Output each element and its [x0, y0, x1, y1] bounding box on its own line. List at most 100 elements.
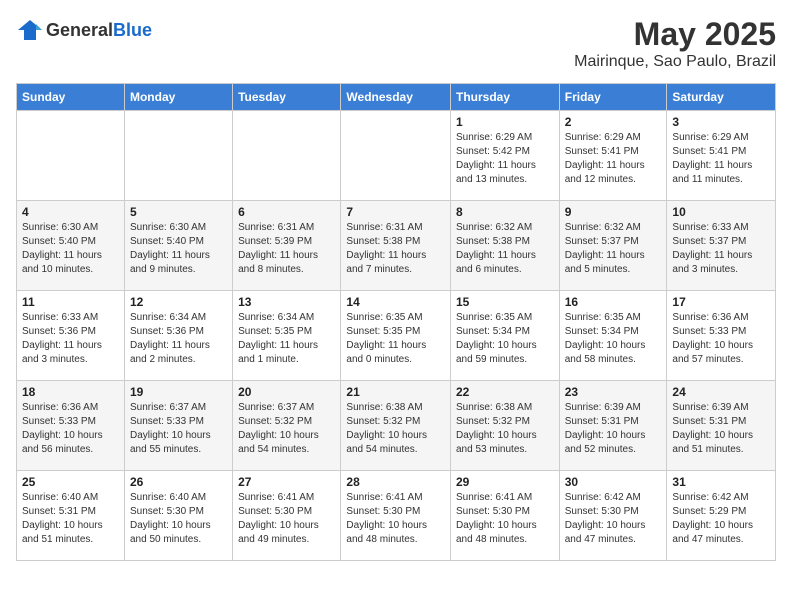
calendar-cell: 30 Sunrise: 6:42 AM Sunset: 5:30 PM Dayli…	[559, 471, 667, 561]
logo-blue: Blue	[113, 20, 152, 40]
day-info: Sunrise: 6:31 AM Sunset: 5:38 PM Dayligh…	[346, 221, 445, 277]
calendar-cell: 10 Sunrise: 6:33 AM Sunset: 5:37 PM Dayli…	[667, 201, 776, 291]
weekday-header-sunday: Sunday	[17, 84, 125, 111]
day-number: 11	[22, 295, 119, 309]
day-number: 14	[346, 295, 445, 309]
day-info: Sunrise: 6:34 AM Sunset: 5:36 PM Dayligh…	[130, 311, 227, 367]
title-block: May 2025 Mairinque, Sao Paulo, Brazil	[574, 16, 776, 71]
weekday-header-friday: Friday	[559, 84, 667, 111]
day-number: 23	[565, 385, 662, 399]
weekday-header-tuesday: Tuesday	[233, 84, 341, 111]
day-number: 5	[130, 205, 227, 219]
day-info: Sunrise: 6:38 AM Sunset: 5:32 PM Dayligh…	[456, 401, 554, 457]
day-info: Sunrise: 6:30 AM Sunset: 5:40 PM Dayligh…	[130, 221, 227, 277]
day-info: Sunrise: 6:36 AM Sunset: 5:33 PM Dayligh…	[672, 311, 770, 367]
day-info: Sunrise: 6:41 AM Sunset: 5:30 PM Dayligh…	[346, 491, 445, 547]
day-number: 15	[456, 295, 554, 309]
day-number: 22	[456, 385, 554, 399]
day-number: 20	[238, 385, 335, 399]
day-number: 18	[22, 385, 119, 399]
weekday-header-thursday: Thursday	[451, 84, 560, 111]
day-info: Sunrise: 6:42 AM Sunset: 5:30 PM Dayligh…	[565, 491, 662, 547]
day-info: Sunrise: 6:38 AM Sunset: 5:32 PM Dayligh…	[346, 401, 445, 457]
calendar-cell: 20 Sunrise: 6:37 AM Sunset: 5:32 PM Dayli…	[233, 381, 341, 471]
location-title: Mairinque, Sao Paulo, Brazil	[574, 53, 776, 71]
calendar-cell: 19 Sunrise: 6:37 AM Sunset: 5:33 PM Dayli…	[124, 381, 232, 471]
day-info: Sunrise: 6:40 AM Sunset: 5:30 PM Dayligh…	[130, 491, 227, 547]
day-number: 7	[346, 205, 445, 219]
day-number: 2	[565, 115, 662, 129]
calendar-week-row: 18 Sunrise: 6:36 AM Sunset: 5:33 PM Dayli…	[17, 381, 776, 471]
day-info: Sunrise: 6:35 AM Sunset: 5:35 PM Dayligh…	[346, 311, 445, 367]
day-info: Sunrise: 6:29 AM Sunset: 5:41 PM Dayligh…	[672, 131, 770, 187]
day-info: Sunrise: 6:31 AM Sunset: 5:39 PM Dayligh…	[238, 221, 335, 277]
day-number: 12	[130, 295, 227, 309]
day-info: Sunrise: 6:32 AM Sunset: 5:38 PM Dayligh…	[456, 221, 554, 277]
day-number: 10	[672, 205, 770, 219]
day-info: Sunrise: 6:39 AM Sunset: 5:31 PM Dayligh…	[672, 401, 770, 457]
day-number: 3	[672, 115, 770, 129]
calendar-cell: 27 Sunrise: 6:41 AM Sunset: 5:30 PM Dayli…	[233, 471, 341, 561]
calendar-cell	[233, 111, 341, 201]
day-number: 26	[130, 475, 227, 489]
day-info: Sunrise: 6:41 AM Sunset: 5:30 PM Dayligh…	[238, 491, 335, 547]
calendar-cell: 24 Sunrise: 6:39 AM Sunset: 5:31 PM Dayli…	[667, 381, 776, 471]
calendar-cell: 15 Sunrise: 6:35 AM Sunset: 5:34 PM Dayli…	[451, 291, 560, 381]
day-number: 19	[130, 385, 227, 399]
day-info: Sunrise: 6:29 AM Sunset: 5:42 PM Dayligh…	[456, 131, 554, 187]
day-number: 30	[565, 475, 662, 489]
day-number: 13	[238, 295, 335, 309]
logo-text: GeneralBlue	[46, 20, 152, 41]
logo-general: General	[46, 20, 113, 40]
day-number: 31	[672, 475, 770, 489]
weekday-header-row: SundayMondayTuesdayWednesdayThursdayFrid…	[17, 84, 776, 111]
month-title: May 2025	[574, 16, 776, 53]
day-info: Sunrise: 6:37 AM Sunset: 5:32 PM Dayligh…	[238, 401, 335, 457]
calendar-week-row: 25Sunrise: 6:40 AM Sunset: 5:31 PM Dayli…	[17, 471, 776, 561]
day-info: Sunrise: 6:33 AM Sunset: 5:37 PM Dayligh…	[672, 221, 770, 277]
day-number: 1	[456, 115, 554, 129]
day-number: 29	[456, 475, 554, 489]
calendar-cell: 18 Sunrise: 6:36 AM Sunset: 5:33 PM Dayli…	[17, 381, 125, 471]
calendar-week-row: 11 Sunrise: 6:33 AM Sunset: 5:36 PM Dayli…	[17, 291, 776, 381]
page-header: GeneralBlue May 2025 Mairinque, Sao Paul…	[16, 16, 776, 71]
calendar-cell: 4Sunrise: 6:30 AM Sunset: 5:40 PM Daylig…	[17, 201, 125, 291]
day-info: Sunrise: 6:33 AM Sunset: 5:36 PM Dayligh…	[22, 311, 119, 367]
calendar-cell	[341, 111, 451, 201]
day-info: Sunrise: 6:42 AM Sunset: 5:29 PM Dayligh…	[672, 491, 770, 547]
day-info: Sunrise: 6:37 AM Sunset: 5:33 PM Dayligh…	[130, 401, 227, 457]
calendar-cell: 11 Sunrise: 6:33 AM Sunset: 5:36 PM Dayli…	[17, 291, 125, 381]
weekday-header-saturday: Saturday	[667, 84, 776, 111]
day-info: Sunrise: 6:35 AM Sunset: 5:34 PM Dayligh…	[456, 311, 554, 367]
calendar-cell: 9 Sunrise: 6:32 AM Sunset: 5:37 PM Daylig…	[559, 201, 667, 291]
day-info: Sunrise: 6:30 AM Sunset: 5:40 PM Dayligh…	[22, 221, 119, 277]
calendar-cell: 2 Sunrise: 6:29 AM Sunset: 5:41 PM Daylig…	[559, 111, 667, 201]
calendar-cell: 13Sunrise: 6:34 AM Sunset: 5:35 PM Dayli…	[233, 291, 341, 381]
day-info: Sunrise: 6:32 AM Sunset: 5:37 PM Dayligh…	[565, 221, 662, 277]
day-info: Sunrise: 6:35 AM Sunset: 5:34 PM Dayligh…	[565, 311, 662, 367]
calendar-cell: 29Sunrise: 6:41 AM Sunset: 5:30 PM Dayli…	[451, 471, 560, 561]
day-number: 6	[238, 205, 335, 219]
day-number: 21	[346, 385, 445, 399]
calendar-cell	[124, 111, 232, 201]
calendar-cell: 26 Sunrise: 6:40 AM Sunset: 5:30 PM Dayli…	[124, 471, 232, 561]
calendar-table: SundayMondayTuesdayWednesdayThursdayFrid…	[16, 83, 776, 561]
calendar-cell: 5 Sunrise: 6:30 AM Sunset: 5:40 PM Daylig…	[124, 201, 232, 291]
logo: GeneralBlue	[16, 16, 152, 44]
calendar-cell: 25Sunrise: 6:40 AM Sunset: 5:31 PM Dayli…	[17, 471, 125, 561]
calendar-cell: 31 Sunrise: 6:42 AM Sunset: 5:29 PM Dayli…	[667, 471, 776, 561]
day-number: 24	[672, 385, 770, 399]
calendar-cell: 7 Sunrise: 6:31 AM Sunset: 5:38 PM Daylig…	[341, 201, 451, 291]
calendar-cell: 21 Sunrise: 6:38 AM Sunset: 5:32 PM Dayli…	[341, 381, 451, 471]
day-info: Sunrise: 6:29 AM Sunset: 5:41 PM Dayligh…	[565, 131, 662, 187]
calendar-cell: 23Sunrise: 6:39 AM Sunset: 5:31 PM Dayli…	[559, 381, 667, 471]
weekday-header-wednesday: Wednesday	[341, 84, 451, 111]
day-info: Sunrise: 6:36 AM Sunset: 5:33 PM Dayligh…	[22, 401, 119, 457]
calendar-cell: 22 Sunrise: 6:38 AM Sunset: 5:32 PM Dayli…	[451, 381, 560, 471]
calendar-cell	[17, 111, 125, 201]
calendar-cell: 1 Sunrise: 6:29 AM Sunset: 5:42 PM Daylig…	[451, 111, 560, 201]
calendar-cell: 28Sunrise: 6:41 AM Sunset: 5:30 PM Dayli…	[341, 471, 451, 561]
day-number: 9	[565, 205, 662, 219]
day-number: 27	[238, 475, 335, 489]
logo-icon	[16, 16, 44, 44]
